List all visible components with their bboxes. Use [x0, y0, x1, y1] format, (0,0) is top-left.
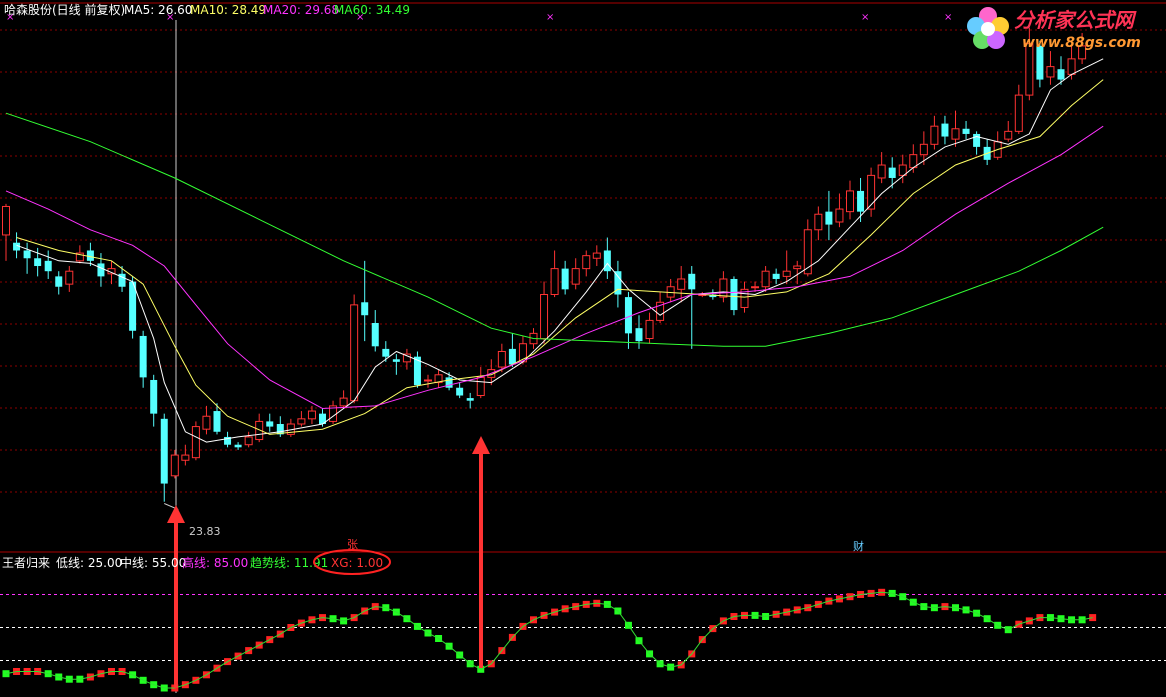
candle-body-up — [1004, 130, 1013, 140]
candle-body-down — [23, 250, 31, 259]
candle-body-down — [561, 268, 569, 290]
candle-body-up — [919, 143, 928, 156]
candle-body-down — [266, 421, 274, 427]
signal-x-mark: × — [861, 12, 869, 23]
candle-body-down — [624, 297, 632, 334]
candle-body-down — [857, 190, 865, 212]
event-mark-cai[interactable]: 财 — [853, 539, 864, 553]
osc-trend-line — [5, 591, 1093, 689]
candle-body-down — [44, 260, 52, 272]
candle-body-down — [139, 335, 147, 378]
high-line-param: 高线: 85.00 — [182, 555, 248, 570]
candle-body-up — [2, 205, 10, 236]
candle-body-down — [382, 348, 390, 357]
ma10-label: MA10: 28.49 — [190, 3, 266, 17]
ma60-label: MA60: 34.49 — [334, 3, 410, 17]
candle-body-down — [86, 250, 94, 261]
xg-param: XG: 1.00 — [331, 556, 383, 570]
candle-body-down — [392, 359, 400, 362]
candle-body-up — [181, 454, 190, 461]
candle-body-up — [793, 265, 802, 270]
signal-x-mark: × — [546, 12, 554, 23]
candle-body-up — [751, 286, 760, 289]
candle-body-down — [973, 133, 981, 147]
candle-body-down — [508, 348, 516, 365]
candle-body-up — [350, 304, 359, 402]
logo-brand-text: 分析家公式网 — [1014, 8, 1137, 32]
candle-body-down — [466, 398, 474, 401]
candle-body-up — [307, 410, 316, 420]
candle-body-down — [962, 128, 970, 134]
logo-url-text: www.88gs.com — [1022, 35, 1141, 51]
ma20-label: MA20: 29.68 — [263, 3, 339, 17]
candle-body-up — [424, 379, 432, 382]
candle-body-down — [688, 273, 696, 290]
candle-body-up — [170, 454, 179, 477]
ma-line-ma60 — [5, 112, 1104, 347]
main-panel-title: 哈森股份(日线 前复权) — [4, 2, 125, 17]
candle-body-down — [825, 211, 833, 225]
ma-line-ma10 — [16, 79, 1104, 435]
candle-body-down — [160, 418, 168, 484]
candle-body-down — [456, 387, 464, 396]
ma5-label: MA5: 26.60 — [124, 3, 192, 17]
candle-body-up — [297, 418, 306, 425]
candle-body-down — [371, 323, 379, 347]
candle-body-up — [592, 252, 601, 259]
candle-body-up — [550, 268, 559, 296]
ma-line-ma5 — [16, 58, 1104, 443]
candle-body-up — [846, 190, 854, 213]
candle-body-up — [202, 415, 211, 430]
candle-body-down — [888, 167, 896, 178]
candle-body-up — [951, 128, 960, 140]
candle-body-up — [1014, 94, 1023, 132]
candle-body-down — [772, 273, 780, 279]
mid-line-param: 中线: 55.00 — [120, 555, 186, 570]
candle-body-up — [877, 164, 886, 179]
site-logo[interactable]: 分析家公式网 www.88gs.com — [962, 2, 1158, 54]
candle-body-up — [339, 397, 348, 407]
candle-body-up — [867, 174, 876, 210]
candle-body-down — [97, 263, 105, 277]
signal-x-mark: × — [944, 12, 952, 23]
candle-body-up — [476, 376, 485, 397]
candle-body-down — [1057, 69, 1065, 80]
signal-arrow-head — [472, 436, 490, 454]
candle-body-up — [782, 270, 791, 277]
candle-body-up — [719, 278, 728, 298]
candle-body-down — [941, 123, 949, 137]
stock-chart: × × × × × × 哈森股份(日线 前复权) MA5: 26.60 MA10: 28.… — [0, 0, 1166, 693]
candle-body-down — [730, 278, 738, 311]
low-price-label: 23.83 — [189, 525, 221, 538]
candle-body-up — [191, 426, 200, 459]
low-line-param: 低线: 25.00 — [56, 556, 122, 570]
chart-canvas: × × × × × × 哈森股份(日线 前复权) MA5: 26.60 MA10: 28.… — [0, 2, 1166, 693]
candle-body-up — [540, 294, 549, 340]
candle-body-down — [213, 411, 221, 432]
signal-arrow-head — [167, 505, 185, 523]
candle-body-up — [814, 213, 823, 231]
candle-body-up — [497, 350, 506, 368]
candle-body-up — [930, 125, 939, 145]
candle-body-up — [571, 268, 580, 285]
sub-panel-title: 王者归来 — [2, 556, 50, 570]
candle-body-up — [582, 255, 591, 270]
candlestick-panel — [2, 27, 1087, 502]
candle-body-up — [761, 270, 770, 288]
candle-body-down — [603, 250, 611, 272]
candle-body-down — [150, 379, 158, 414]
candle-body-up — [244, 436, 253, 446]
candle-body-down — [361, 302, 369, 316]
candle-body-up — [645, 319, 654, 340]
candle-body-up — [1067, 58, 1076, 75]
candle-body-down — [34, 258, 42, 267]
candle-body-down — [635, 328, 643, 342]
candle-body-up — [1046, 66, 1055, 78]
candle-body-down — [234, 444, 242, 448]
candle-body-up — [677, 278, 686, 290]
flower-icon — [967, 7, 1009, 49]
candle-body-up — [65, 270, 74, 285]
candle-body-down — [55, 276, 63, 287]
candle-body-up — [835, 208, 844, 223]
